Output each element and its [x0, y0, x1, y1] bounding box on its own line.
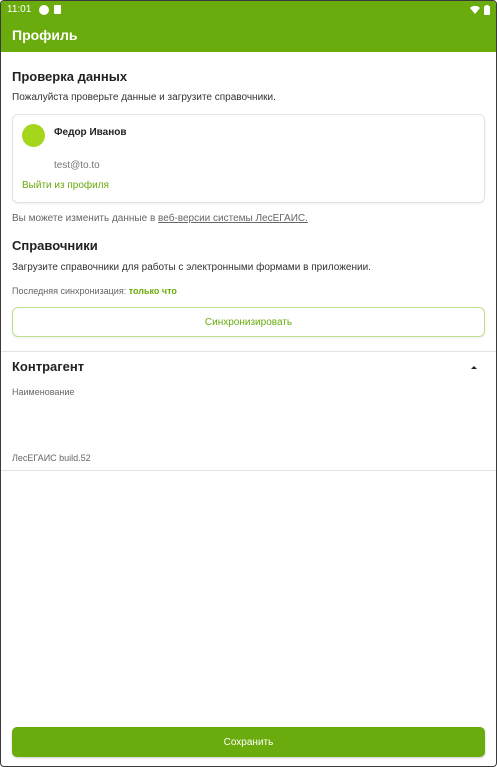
logout-link[interactable]: Выйти из профиля	[22, 180, 109, 191]
divider	[1, 351, 496, 352]
status-bar: 11:01	[1, 1, 496, 18]
data-check-title: Проверка данных	[12, 69, 128, 84]
last-sync-value: только что	[128, 286, 177, 296]
user-email: test@to.to	[54, 160, 100, 171]
references-title: Справочники	[12, 238, 98, 253]
sim-card-icon	[54, 5, 62, 14]
screen: 11:01 Профиль Проверка данных Пожалуйста…	[0, 0, 497, 767]
app-icon	[39, 4, 50, 15]
last-sync-line: Последняя синхронизация: только что	[12, 286, 485, 296]
data-check-description: Пожалуйста проверьте данные и загрузите …	[12, 92, 276, 103]
info-line: Вы можете изменить данные в веб-версии с…	[12, 213, 308, 224]
divider	[1, 470, 496, 471]
chevron-up-icon[interactable]	[468, 361, 480, 373]
build-label: ЛесЕГАИС build.52	[12, 453, 91, 463]
wifi-icon	[470, 5, 480, 14]
page-title: Профиль	[12, 27, 78, 43]
user-card: Федор Иванов test@to.to Выйти из профиля	[12, 114, 485, 203]
web-version-link[interactable]: веб-версии системы ЛесЕГАИС.	[158, 213, 308, 224]
contractor-title: Контрагент	[12, 359, 85, 374]
references-description: Загрузите справочники для работы с элект…	[12, 262, 371, 273]
status-time: 11:01	[7, 4, 32, 15]
last-sync-label: Последняя синхронизация:	[12, 286, 127, 296]
app-bar: Профиль	[1, 18, 496, 52]
contractor-name-label: Наименование	[12, 387, 75, 397]
save-button[interactable]: Сохранить	[12, 727, 485, 757]
avatar	[22, 124, 45, 147]
sync-button[interactable]: Синхронизировать	[12, 307, 485, 337]
info-prefix: Вы можете изменить данные в	[12, 213, 156, 224]
user-name: Федор Иванов	[54, 127, 127, 138]
battery-icon	[484, 4, 490, 15]
